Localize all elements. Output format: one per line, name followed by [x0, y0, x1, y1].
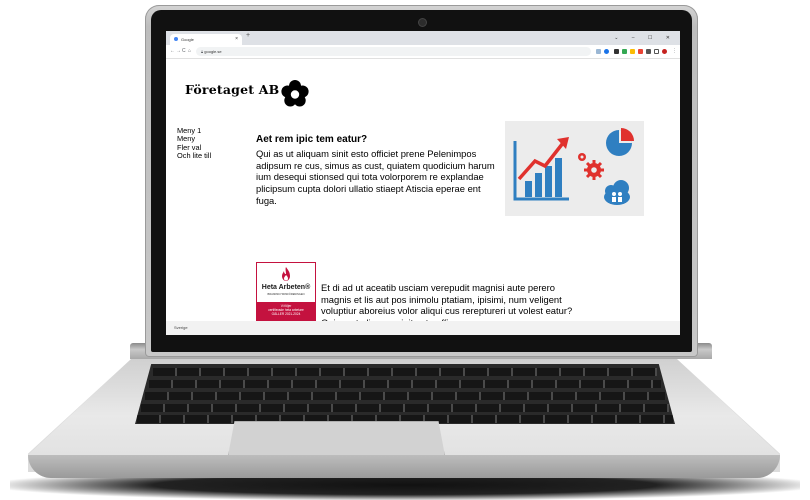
flower-logo-icon: [281, 80, 309, 107]
growth-chart-icon: [513, 137, 569, 201]
cloud-people-icon: [604, 180, 630, 205]
key-row: [149, 380, 661, 388]
reload-icon[interactable]: C: [182, 45, 186, 58]
web-page: Företaget AB Meny 1 Meny Fler val Och li…: [166, 59, 680, 328]
url-text: google.se: [204, 49, 222, 54]
pie-chart-icon: [606, 128, 634, 156]
key-row: [145, 392, 665, 400]
badge-subtitle: BRANDSKYDDSFÖRENINGEN: [267, 293, 305, 296]
gear-icon: [578, 153, 604, 180]
certification-badge[interactable]: Heta Arbeten® BRANDSKYDDSFÖRENINGEN Vi f…: [256, 262, 316, 321]
badge-footer: Vi följer certifierade heta arbetare GÄL…: [257, 302, 315, 320]
menu-dots-icon[interactable]: ⋮: [672, 45, 677, 58]
lock-icon: 🔒︎: [201, 49, 204, 54]
extension-icon[interactable]: [646, 49, 651, 54]
webcam-icon: [419, 19, 426, 26]
address-bar-row: ← → C ⌂ 🔒︎ google.se ⋮: [166, 45, 680, 59]
extension-icon[interactable]: [630, 49, 635, 54]
page-footer: Sverige: [166, 321, 680, 335]
laptop-front-edge: [28, 455, 780, 478]
article-paragraph: Qui as ut aliquam sinit esto officiet pr…: [256, 148, 495, 206]
url-input[interactable]: 🔒︎ google.se: [196, 47, 591, 56]
extension-icon[interactable]: [622, 49, 627, 54]
extension-icon[interactable]: [604, 49, 609, 54]
site-brand[interactable]: Företaget AB: [185, 82, 279, 97]
google-favicon-icon: [174, 37, 178, 41]
home-icon[interactable]: ⌂: [188, 45, 191, 58]
keyboard: [135, 364, 675, 424]
key-row: [153, 368, 657, 376]
extension-icon[interactable]: [654, 49, 659, 54]
article-heading: Aet rem ipic tem eatur?: [256, 134, 368, 145]
flame-icon: [282, 267, 290, 281]
key-row: [141, 404, 669, 412]
extension-icon[interactable]: [638, 49, 643, 54]
tab-strip: Google × + ⌄ – ☐ ✕: [166, 31, 680, 45]
badge-line: GÄLLER 2021-2024: [271, 312, 301, 317]
extension-icon[interactable]: [596, 49, 601, 54]
footer-country[interactable]: Sverige: [174, 325, 188, 330]
side-menu: Meny 1 Meny Fler val Och lite till: [177, 126, 211, 161]
browser-tab[interactable]: Google ×: [170, 34, 242, 45]
extension-icon[interactable]: [614, 49, 619, 54]
badge-header: Heta Arbeten® BRANDSKYDDSFÖRENINGEN: [257, 263, 315, 302]
profile-avatar[interactable]: [662, 49, 667, 54]
forward-icon[interactable]: →: [176, 45, 181, 58]
tab-close-icon[interactable]: ×: [235, 34, 238, 45]
badge-title: Heta Arbeten®: [261, 284, 311, 291]
menu-item[interactable]: Och lite till: [177, 151, 211, 160]
back-icon[interactable]: ←: [170, 45, 175, 58]
window-controls[interactable]: ⌄ – ☐ ✕: [614, 31, 676, 45]
new-tab-button[interactable]: +: [246, 32, 250, 39]
touchpad[interactable]: [228, 421, 445, 456]
business-growth-illustration: [505, 121, 644, 216]
tab-title: Google: [181, 37, 194, 42]
browser-window: Google × + ⌄ – ☐ ✕ ← → C ⌂ 🔒︎ google.se …: [166, 31, 680, 335]
